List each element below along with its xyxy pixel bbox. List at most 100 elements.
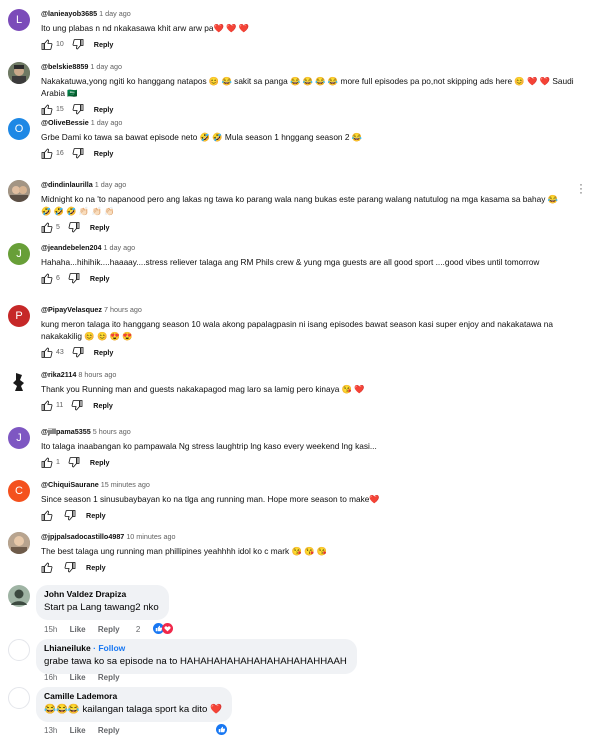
- reply-button[interactable]: Reply: [86, 563, 106, 572]
- comment-text: Start pa Lang tawang2 nko: [44, 602, 159, 613]
- comment-bubble: John Valdez Drapiza Start pa Lang tawang…: [36, 585, 169, 620]
- reply-button[interactable]: Reply: [86, 511, 106, 520]
- like-count: 6: [56, 274, 60, 282]
- avatar[interactable]: J: [8, 427, 30, 449]
- thumbs-down-icon[interactable]: [72, 103, 84, 115]
- comment-time[interactable]: 8 hours ago: [78, 370, 116, 379]
- fb-comment: Camille Lademora 😂😂😂 kailangan talaga sp…: [8, 687, 308, 735]
- comment-time[interactable]: 13h: [44, 726, 57, 735]
- comment-time[interactable]: 1 day ago: [90, 62, 122, 71]
- thumbs-up-icon[interactable]: [41, 457, 53, 468]
- comment-author[interactable]: @dindinlaurilla: [41, 180, 93, 189]
- reply-button[interactable]: Reply: [94, 149, 114, 158]
- reply-button[interactable]: Reply: [90, 458, 110, 467]
- thumbs-up-icon[interactable]: [41, 222, 53, 233]
- follow-button[interactable]: · Follow: [93, 643, 125, 653]
- comment-text: grabe tawa ko sa episode na to HAHAHAHAH…: [44, 656, 347, 667]
- thumbs-down-icon[interactable]: [64, 509, 76, 521]
- comment-time[interactable]: 16h: [44, 673, 57, 682]
- comment-author[interactable]: @PipayVelasquez: [41, 305, 102, 314]
- avatar[interactable]: [8, 62, 30, 84]
- thumbs-up-icon[interactable]: [41, 39, 53, 50]
- reply-button[interactable]: Reply: [98, 625, 120, 634]
- yt-comment: @dindinlaurilla 1 day ago Midnight ko na …: [8, 178, 591, 233]
- comment-time[interactable]: 15 minutes ago: [101, 480, 150, 489]
- comment-text: 😂😂😂 kailangan talaga sport ka dito ❤️: [44, 704, 222, 715]
- thumbs-down-icon[interactable]: [72, 147, 84, 159]
- thumbs-up-icon[interactable]: [41, 104, 53, 115]
- thumbs-down-icon[interactable]: [68, 456, 80, 468]
- comment-author[interactable]: @jeandebelen204: [41, 243, 102, 252]
- thumbs-up-icon[interactable]: [41, 347, 53, 358]
- thumbs-down-icon[interactable]: [68, 272, 80, 284]
- comment-time[interactable]: 1 day ago: [99, 9, 131, 18]
- thumbs-up-icon[interactable]: [41, 510, 53, 521]
- comment-time[interactable]: 1 day ago: [91, 118, 123, 127]
- reply-button[interactable]: Reply: [90, 223, 110, 232]
- thumbs-down-icon[interactable]: [72, 38, 84, 50]
- comment-author[interactable]: John Valdez Drapiza: [44, 589, 159, 600]
- thumbs-up-icon[interactable]: [41, 400, 53, 411]
- reply-button[interactable]: Reply: [94, 40, 114, 49]
- comment-time[interactable]: 1 day ago: [95, 180, 127, 189]
- reply-button[interactable]: Reply: [98, 673, 120, 682]
- comment-author[interactable]: Camille Lademora: [44, 691, 222, 702]
- avatar[interactable]: [8, 532, 30, 554]
- reaction-count[interactable]: 2: [136, 623, 173, 634]
- thumbs-up-icon[interactable]: [41, 562, 53, 573]
- avatar[interactable]: L: [8, 9, 30, 31]
- thumbs-up-icon[interactable]: [41, 148, 53, 159]
- fb-comment: Lhianeiluke · Follow grabe tawa ko sa ep…: [8, 639, 388, 687]
- reply-button[interactable]: Reply: [93, 401, 113, 410]
- comment-text: Hahaha...hihihik....haaaay....stress rel…: [41, 257, 540, 267]
- like-reaction-icon: [215, 724, 227, 735]
- thumbs-down-icon[interactable]: [68, 221, 80, 233]
- yt-comment: @rika2114 8 hours ago Thank you Running m…: [8, 370, 591, 416]
- like-button[interactable]: Like: [70, 726, 86, 735]
- comment-author[interactable]: @rika2114: [41, 370, 76, 379]
- thumbs-down-icon[interactable]: [64, 561, 76, 573]
- comment-author[interactable]: @jillpama5355: [41, 427, 91, 436]
- comment-time[interactable]: 1 day ago: [104, 243, 136, 252]
- avatar[interactable]: [8, 180, 30, 202]
- like-count: 16: [56, 149, 64, 157]
- avatar[interactable]: P: [8, 305, 30, 327]
- reply-button[interactable]: Reply: [90, 274, 110, 283]
- yt-comment: J @jillpama5355 5 hours ago Ito talaga in…: [8, 427, 591, 473]
- comment-author[interactable]: Lhianeiluke: [44, 643, 91, 653]
- like-button[interactable]: Like: [70, 673, 86, 682]
- avatar[interactable]: O: [8, 118, 30, 140]
- reply-button[interactable]: Reply: [94, 348, 114, 357]
- comment-author[interactable]: @ChiquiSaurane: [41, 480, 99, 489]
- avatar[interactable]: J: [8, 243, 30, 265]
- comment-author[interactable]: @belskie8859: [41, 62, 88, 71]
- avatar[interactable]: [8, 370, 30, 392]
- avatar[interactable]: [8, 687, 30, 709]
- comment-author[interactable]: @jpjpalsadocastillo4987: [41, 532, 124, 541]
- comment-time[interactable]: 15h: [44, 625, 57, 634]
- thumbs-up-icon[interactable]: [41, 273, 53, 284]
- comment-time[interactable]: 7 hours ago: [104, 305, 142, 314]
- yt-comment: O @OliveBessie 1 day ago Grbe Dami ko taw…: [8, 118, 591, 164]
- yt-comment: L @lanieayob3685 1 day ago Ito ung plabas…: [8, 9, 591, 55]
- thumbs-down-icon[interactable]: [72, 346, 84, 358]
- comment-text: Nakakatuwa,yong ngiti ko hanggang natapo…: [41, 76, 574, 98]
- like-count: 10: [56, 40, 64, 48]
- comment-text: kung meron talaga ito hanggang season 10…: [41, 319, 554, 341]
- comment-author[interactable]: @OliveBessie: [41, 118, 89, 127]
- like-button[interactable]: Like: [70, 625, 86, 634]
- comment-bubble: Lhianeiluke · Follow grabe tawa ko sa ep…: [36, 639, 357, 674]
- avatar[interactable]: [8, 639, 30, 661]
- reply-button[interactable]: Reply: [98, 726, 120, 735]
- yt-comment: @belskie8859 1 day ago Nakakatuwa,yong ng…: [8, 62, 591, 115]
- thumbs-down-icon[interactable]: [71, 399, 83, 411]
- avatar[interactable]: [8, 585, 30, 607]
- comment-time[interactable]: 5 hours ago: [93, 427, 131, 436]
- yt-comment: C @ChiquiSaurane 15 minutes ago Since sea…: [8, 480, 591, 526]
- comment-time[interactable]: 10 minutes ago: [126, 532, 175, 541]
- more-vert-icon[interactable]: · · ·: [577, 178, 585, 198]
- avatar[interactable]: C: [8, 480, 30, 502]
- comment-author[interactable]: @lanieayob3685: [41, 9, 97, 18]
- comment-text: Midnight ko na 'to napanood pero ang lak…: [41, 194, 558, 216]
- reply-button[interactable]: Reply: [94, 105, 114, 114]
